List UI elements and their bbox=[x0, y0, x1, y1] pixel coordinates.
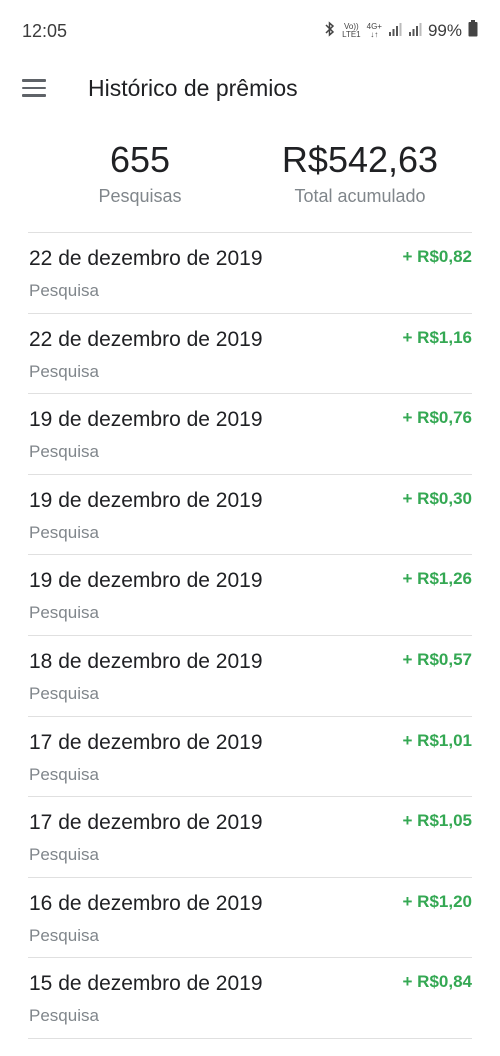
status-bar: 12:05 Vo)) LTE1 4G+ ↓↑ 99% bbox=[0, 0, 500, 62]
battery-percent: 99% bbox=[427, 21, 462, 40]
signal-icon-1 bbox=[388, 21, 402, 41]
reward-row[interactable]: 16 de dezembro de 2019 Pesquisa + R$1,20 bbox=[28, 878, 472, 959]
reward-row[interactable]: 17 de dezembro de 2019 Pesquisa + R$1,01 bbox=[28, 717, 472, 798]
network-type-icon: 4G+ ↓↑ bbox=[367, 23, 382, 39]
volte-icon: Vo)) LTE1 bbox=[342, 23, 361, 39]
reward-date: 19 de dezembro de 2019 bbox=[29, 408, 263, 432]
menu-icon[interactable] bbox=[22, 76, 50, 100]
reward-date: 17 de dezembro de 2019 bbox=[29, 730, 263, 754]
reward-type: Pesquisa bbox=[29, 764, 99, 784]
reward-amount: + R$0,76 bbox=[402, 408, 472, 428]
clock: 12:05 bbox=[22, 20, 68, 41]
bluetooth-icon bbox=[324, 20, 336, 42]
reward-date: 16 de dezembro de 2019 bbox=[29, 891, 263, 915]
reward-row[interactable]: 19 de dezembro de 2019 Pesquisa + R$1,26 bbox=[28, 555, 472, 636]
summary-section: 655 Pesquisas R$542,63 Total acumulado bbox=[0, 138, 500, 207]
page-title: Histórico de prêmios bbox=[88, 74, 298, 101]
rewards-list: 22 de dezembro de 2019 Pesquisa + R$0,82… bbox=[28, 232, 472, 1039]
reward-type: Pesquisa bbox=[29, 361, 99, 381]
reward-row[interactable]: 17 de dezembro de 2019 Pesquisa + R$1,05 bbox=[28, 797, 472, 878]
battery-icon bbox=[468, 20, 478, 42]
reward-type: Pesquisa bbox=[29, 845, 99, 865]
reward-row[interactable]: 15 de dezembro de 2019 Pesquisa + R$0,84 bbox=[28, 958, 472, 1039]
reward-date: 15 de dezembro de 2019 bbox=[29, 972, 263, 996]
surveys-label: Pesquisas bbox=[98, 186, 182, 206]
volte-bottom-label: LTE1 bbox=[342, 30, 361, 39]
reward-date: 19 de dezembro de 2019 bbox=[29, 569, 263, 593]
reward-amount: + R$1,01 bbox=[402, 730, 472, 750]
reward-date: 18 de dezembro de 2019 bbox=[29, 649, 263, 673]
reward-type: Pesquisa bbox=[29, 683, 99, 703]
reward-amount: + R$1,20 bbox=[402, 891, 472, 911]
reward-date: 19 de dezembro de 2019 bbox=[29, 488, 263, 512]
total-label: Total acumulado bbox=[294, 186, 426, 206]
surveys-count: 655 bbox=[109, 139, 171, 180]
reward-amount: + R$1,26 bbox=[402, 569, 472, 589]
app-bar: Histórico de prêmios bbox=[0, 62, 500, 114]
reward-date: 22 de dezembro de 2019 bbox=[29, 247, 263, 270]
signal-icon-2 bbox=[408, 21, 422, 41]
reward-amount: + R$0,82 bbox=[402, 247, 472, 266]
reward-date: 22 de dezembro de 2019 bbox=[29, 327, 263, 351]
status-icons: Vo)) LTE1 4G+ ↓↑ 99% bbox=[324, 20, 478, 42]
reward-row[interactable]: 18 de dezembro de 2019 Pesquisa + R$0,57 bbox=[28, 636, 472, 717]
surveys-summary: 655 Pesquisas bbox=[0, 138, 280, 207]
reward-row[interactable]: 22 de dezembro de 2019 Pesquisa + R$1,16 bbox=[28, 314, 472, 395]
total-summary: R$542,63 Total acumulado bbox=[280, 138, 440, 207]
reward-amount: + R$1,05 bbox=[402, 811, 472, 831]
total-value: R$542,63 bbox=[281, 139, 439, 180]
reward-row[interactable]: 19 de dezembro de 2019 Pesquisa + R$0,76 bbox=[28, 394, 472, 475]
reward-row[interactable]: 22 de dezembro de 2019 Pesquisa + R$0,82 bbox=[28, 233, 472, 314]
reward-row[interactable]: 19 de dezembro de 2019 Pesquisa + R$0,30 bbox=[28, 475, 472, 556]
reward-type: Pesquisa bbox=[29, 522, 99, 542]
reward-type: Pesquisa bbox=[29, 1006, 99, 1026]
reward-type: Pesquisa bbox=[29, 442, 99, 462]
reward-date: 17 de dezembro de 2019 bbox=[29, 811, 263, 835]
reward-type: Pesquisa bbox=[29, 603, 99, 623]
reward-amount: + R$0,84 bbox=[402, 972, 472, 992]
network-bottom-label: ↓↑ bbox=[370, 30, 379, 39]
reward-type: Pesquisa bbox=[29, 281, 99, 300]
reward-amount: + R$1,16 bbox=[402, 327, 472, 347]
reward-type: Pesquisa bbox=[29, 925, 99, 945]
reward-amount: + R$0,57 bbox=[402, 649, 472, 669]
reward-amount: + R$0,30 bbox=[402, 488, 472, 508]
